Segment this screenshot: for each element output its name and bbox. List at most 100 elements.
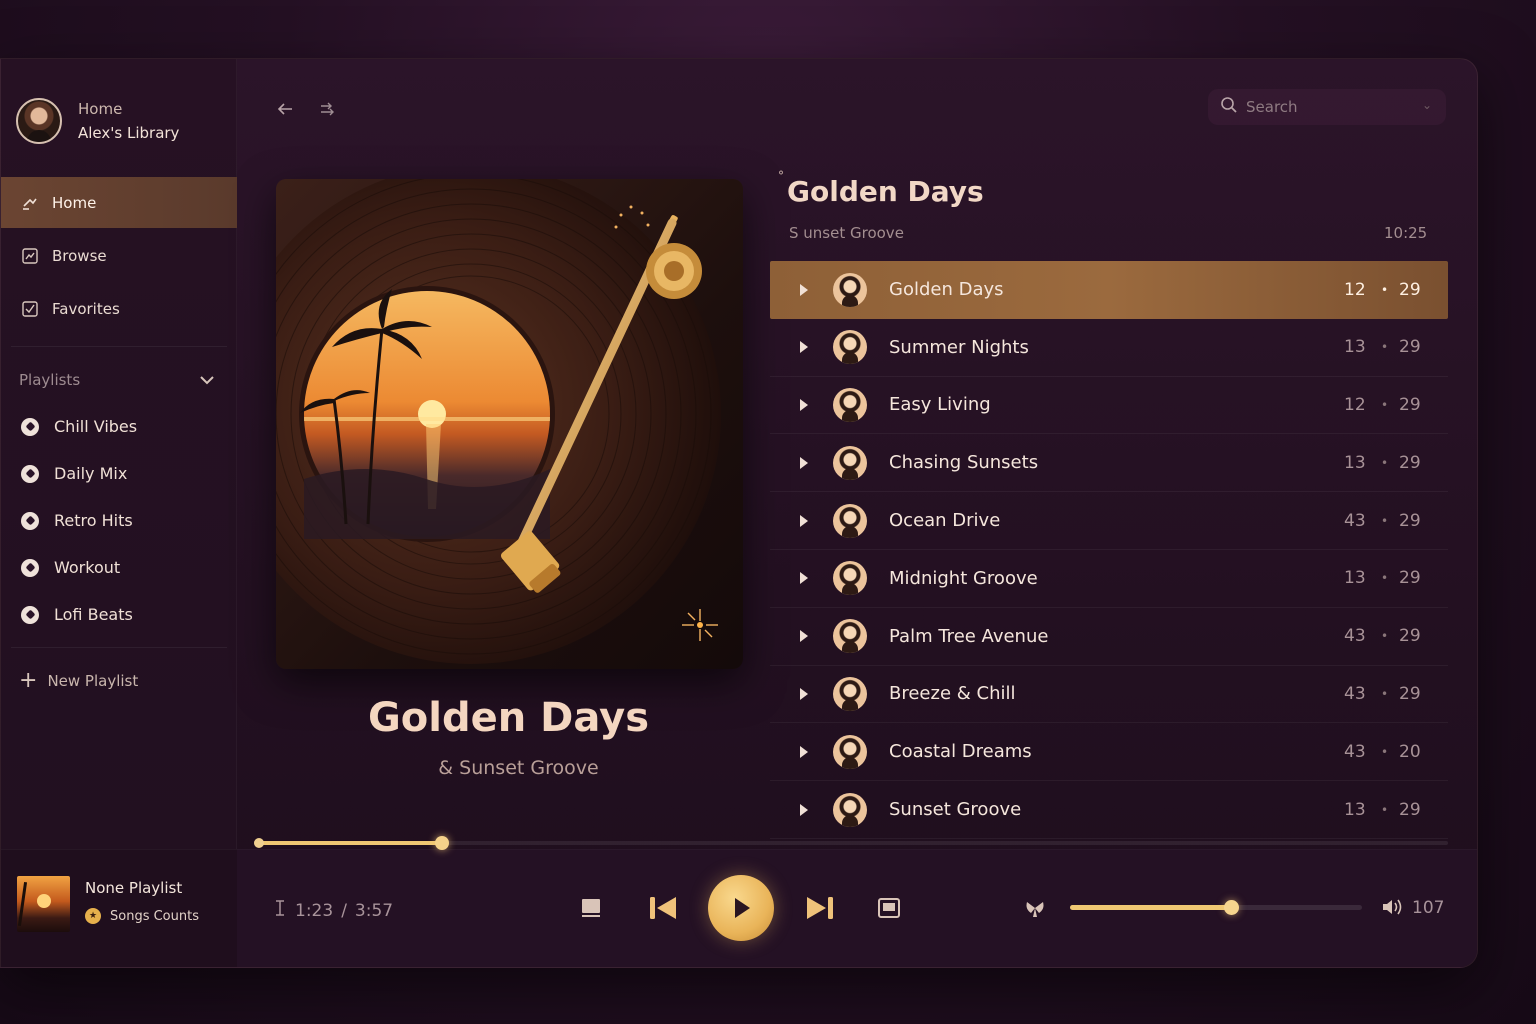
track-number: 12 (1344, 394, 1366, 415)
timer-icon (271, 898, 289, 923)
volume-knob[interactable] (1223, 900, 1239, 915)
track-row[interactable]: Chasing Sunsets 13 • 29 (770, 434, 1448, 493)
track-number-2: 29 (1399, 279, 1421, 300)
separator-dot: • (1381, 686, 1389, 701)
play-small-icon[interactable] (800, 341, 808, 354)
volume-button[interactable] (1380, 895, 1404, 919)
progress-start (254, 838, 264, 848)
play-small-icon[interactable] (800, 687, 808, 700)
track-row[interactable]: Easy Living 12 • 29 (770, 377, 1448, 435)
track-row[interactable]: Coastal Dreams 43 • 20 (770, 723, 1448, 782)
playlist-item-retro-hits[interactable]: Retro Hits (21, 497, 137, 544)
track-number: 12 (1344, 279, 1366, 300)
track-number: 13 (1344, 568, 1366, 589)
play-small-icon[interactable] (800, 514, 808, 527)
playlist-icon (21, 558, 39, 577)
play-small-icon[interactable] (800, 283, 808, 296)
queue-icon (582, 899, 600, 917)
track-row[interactable]: Summer Nights 13 • 29 (770, 319, 1448, 377)
separator-dot: • (1381, 571, 1389, 586)
sidebar-item-label: Home (52, 193, 97, 212)
plus-icon: + (19, 668, 38, 693)
track-number-2: 20 (1399, 741, 1421, 762)
track-row[interactable]: Breeze & Chill 43 • 29 (770, 666, 1448, 724)
artist-avatar (833, 792, 867, 827)
sidebar-item-favorites[interactable]: Favorites (1, 283, 237, 334)
play-small-icon[interactable] (800, 630, 808, 643)
equalizer-button[interactable] (1021, 895, 1049, 921)
queue-button[interactable] (577, 894, 605, 922)
play-small-icon[interactable] (800, 398, 808, 411)
track-name: Coastal Dreams (889, 741, 1032, 763)
fan-icon (1026, 902, 1044, 917)
album-subtitle: & Sunset Groove (438, 757, 599, 779)
progress-bar[interactable] (254, 836, 1448, 850)
album-art[interactable] (276, 179, 743, 669)
playlist-icon (21, 605, 39, 624)
track-name: Summer Nights (889, 336, 1029, 358)
browse-icon (21, 247, 39, 265)
play-button[interactable] (708, 875, 774, 941)
new-playlist-button[interactable]: + New Playlist (19, 670, 138, 692)
home-icon (21, 194, 39, 212)
play-small-icon[interactable] (800, 456, 808, 469)
sidebar-item-home[interactable]: Home (1, 177, 237, 228)
playlists-label: Playlists (19, 371, 81, 389)
track-number: 13 (1344, 452, 1366, 473)
next-button[interactable] (803, 892, 837, 924)
separator-dot: • (1381, 513, 1389, 528)
search-bar[interactable]: ⌄ (1208, 89, 1446, 125)
track-name: Palm Tree Avenue (889, 625, 1049, 647)
arrows-right-icon (321, 102, 334, 116)
chevron-down-icon[interactable]: ⌄ (1422, 98, 1432, 112)
track-row[interactable]: Ocean Drive 43 • 29 (770, 492, 1448, 550)
back-button[interactable] (271, 95, 299, 123)
app-window: Home Alex's Library Home Browse Favorite… (0, 58, 1478, 968)
profile[interactable]: Home Alex's Library (16, 97, 179, 145)
mini-album-art[interactable] (17, 876, 70, 932)
playlist-item-daily-mix[interactable]: Daily Mix (21, 450, 137, 497)
progress-knob[interactable] (434, 836, 449, 850)
artist-avatar (833, 272, 867, 307)
playlists-header[interactable]: Playlists (19, 371, 215, 389)
album-title: Golden Days (367, 695, 650, 741)
track-number: 43 (1344, 626, 1366, 647)
track-name: Easy Living (889, 394, 991, 416)
avatar[interactable] (16, 98, 62, 144)
track-name: Ocean Drive (889, 510, 1001, 532)
track-number: 13 (1344, 799, 1366, 820)
previous-button[interactable] (646, 892, 680, 924)
chevron-down-icon[interactable] (199, 371, 215, 389)
search-input[interactable] (1246, 98, 1416, 116)
playlist-subtitle: S unset Groove (789, 224, 904, 242)
volume-slider[interactable] (1070, 900, 1362, 915)
playlist-label: Chill Vibes (54, 417, 138, 436)
track-row[interactable]: Midnight Groove 13 • 29 (770, 550, 1448, 608)
track-row[interactable]: Golden Days 12 • 29 (770, 261, 1448, 319)
track-row[interactable]: Palm Tree Avenue 43 • 29 (770, 608, 1448, 666)
playlist-icon (21, 511, 39, 530)
playlist-item-workout[interactable]: Workout (21, 544, 137, 591)
fullscreen-button[interactable] (875, 894, 903, 922)
artist-avatar (833, 387, 867, 422)
sidebar-item-label: Browse (52, 246, 107, 265)
play-small-icon[interactable] (800, 803, 808, 816)
mini-title: None Playlist (85, 879, 183, 897)
forward-button[interactable] (314, 95, 342, 123)
playlist-item-lofi-beats[interactable]: Lofi Beats (21, 591, 137, 638)
star-icon: ★ (85, 908, 101, 924)
play-small-icon[interactable] (800, 745, 808, 758)
sidebar-item-label: Favorites (52, 299, 120, 318)
mini-player[interactable]: None Playlist ★ Songs Counts (1, 849, 237, 967)
separator-dot: • (1381, 802, 1389, 817)
play-small-icon[interactable] (800, 572, 808, 585)
track-number: 43 (1344, 510, 1366, 531)
track-row[interactable]: Sunset Groove 13 • 29 (770, 781, 1448, 839)
new-playlist-label: New Playlist (47, 672, 139, 690)
track-name: Chasing Sunsets (889, 452, 1039, 474)
sidebar-item-browse[interactable]: Browse (1, 230, 237, 281)
screen-icon (878, 898, 900, 918)
track-number-2: 29 (1399, 683, 1421, 704)
playlist-label: Lofi Beats (54, 605, 133, 624)
playlist-item-chill-vibes[interactable]: Chill Vibes (21, 403, 137, 450)
